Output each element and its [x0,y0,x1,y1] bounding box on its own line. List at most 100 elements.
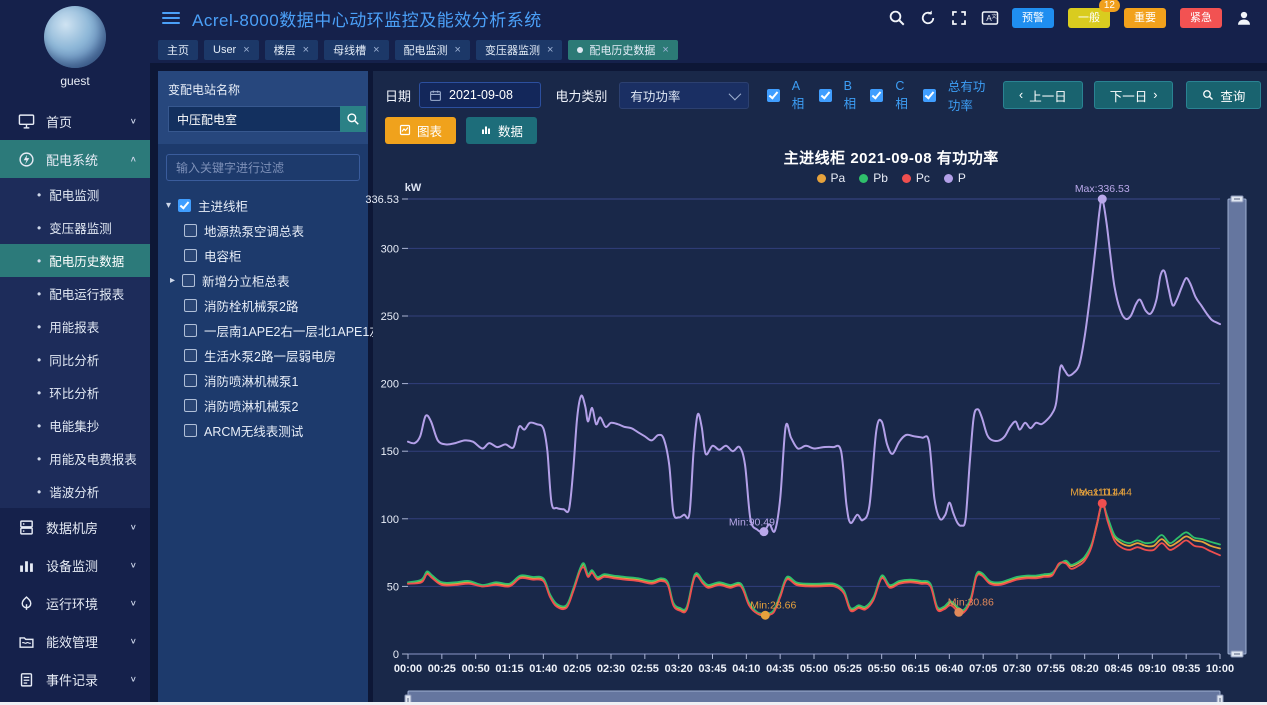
bullet-icon: • [37,188,41,202]
annotation-Min:28.66: Min:28.66 [750,599,796,611]
sidebar-item-配电系统[interactable]: 配电系统∧ [0,140,150,178]
legend-item-Pc[interactable]: Pc [902,171,930,185]
next-day-button[interactable]: 下一日› [1094,81,1174,109]
chart-icon [399,124,411,136]
sidebar-subitem-用能报表[interactable]: •用能报表 [0,310,150,343]
tab-主页[interactable]: 主页 [158,40,198,60]
sidebar-item-运行环境[interactable]: 运行环境∨ [0,584,150,622]
legend-dot [817,174,826,183]
power-category-select[interactable]: 有功功率 [619,82,748,109]
hamburger-icon[interactable] [162,9,180,27]
tree-node-消防栓机械泵2路[interactable]: 消防栓机械泵2路 [166,293,360,318]
phase-checkbox-A相[interactable]: A相 [767,79,805,112]
checkbox-icon[interactable] [870,89,883,102]
sidebar-subitem-配电运行报表[interactable]: •配电运行报表 [0,277,150,310]
tab-变压器监测[interactable]: 变压器监测× [476,40,562,60]
tree-checkbox[interactable] [184,249,197,262]
sidebar-subitem-变压器监测[interactable]: •变压器监测 [0,211,150,244]
app-title: Acrel-8000数据中心动环监控及能效分析系统 [192,6,542,31]
chart-view-button[interactable]: 图表 [385,117,456,144]
phase-checkbox-B相[interactable]: B相 [819,79,857,112]
tab-User[interactable]: User× [204,40,259,60]
caret-right-icon[interactable]: ▸ [170,275,182,286]
svg-text:09:35: 09:35 [1172,663,1200,675]
tree-checkbox[interactable] [184,224,197,237]
sidebar-item-首页[interactable]: 首页∨ [0,102,150,140]
tree-node-新增分立柜总表[interactable]: ▸新增分立柜总表 [166,268,360,293]
app-window: Acrel-8000数据中心动环监控及能效分析系统 A文 预警一般12重要紧急 … [0,0,1267,705]
tab-close-icon[interactable]: × [662,44,668,56]
tree-checkbox[interactable] [178,199,191,212]
svg-text:03:45: 03:45 [698,663,726,675]
alarm-button-预警[interactable]: 预警 [1012,8,1054,28]
refresh-icon[interactable] [919,9,937,27]
sidebar-item-设备监测[interactable]: 设备监测∨ [0,546,150,584]
sidebar-subitem-同比分析[interactable]: •同比分析 [0,343,150,376]
caret-down-icon[interactable]: ▾ [166,200,178,211]
avatar[interactable] [44,6,106,68]
tree-checkbox[interactable] [184,299,197,312]
search-icon[interactable] [888,9,906,27]
tree-checkbox[interactable] [184,324,197,337]
sidebar-subitem-电能集抄[interactable]: •电能集抄 [0,409,150,442]
legend-item-Pa[interactable]: Pa [817,171,846,185]
date-picker[interactable]: 2021-09-08 [419,82,541,108]
tree-node-电容柜[interactable]: 电容柜 [166,243,360,268]
checkbox-icon[interactable] [923,89,936,102]
tree-checkbox[interactable] [184,399,197,412]
date-label: 日期 [385,86,411,105]
tree-node-主进线柜[interactable]: ▾主进线柜 [166,193,360,218]
bar-chart-icon [480,124,492,136]
tree-node-生活水泵2路一层弱电房[interactable]: 生活水泵2路一层弱电房 [166,343,360,368]
svg-text:00:25: 00:25 [428,663,456,675]
data-view-button[interactable]: 数据 [466,117,537,144]
tab-楼层[interactable]: 楼层× [265,40,318,60]
chart-title: 主进线柜 2021-09-08 有功功率 [373,147,1267,169]
sidebar-item-能效管理[interactable]: 能效管理∨ [0,622,150,660]
tab-close-icon[interactable]: × [243,44,249,56]
datazoom-vertical[interactable] [1228,196,1246,657]
tree-filter-input[interactable] [166,154,360,181]
tab-配电监测[interactable]: 配电监测× [395,40,470,60]
alarm-button-紧急[interactable]: 紧急 [1180,8,1222,28]
tab-配电历史数据[interactable]: 配电历史数据× [568,40,677,60]
svg-text:01:40: 01:40 [529,663,557,675]
svg-text:336.53: 336.53 [365,194,399,206]
tree-node-一层南1APE2右一层北1APE1左[interactable]: 一层南1APE2右一层北1APE1左 [166,318,360,343]
prev-day-button[interactable]: ‹上一日 [1003,81,1083,109]
tab-母线槽[interactable]: 母线槽× [324,40,388,60]
sidebar-subitem-配电监测[interactable]: •配电监测 [0,178,150,211]
tree-node-ARCM无线表测试[interactable]: ARCM无线表测试 [166,418,360,443]
tab-close-icon[interactable]: × [547,44,553,56]
fullscreen-icon[interactable] [950,9,968,27]
sidebar-subitem-配电历史数据[interactable]: •配电历史数据 [0,244,150,277]
phase-checkbox-C相[interactable]: C相 [870,79,908,112]
tree-node-消防喷淋机械泵2[interactable]: 消防喷淋机械泵2 [166,393,360,418]
sidebar-item-事件记录[interactable]: 事件记录∨ [0,660,150,698]
sidebar-subitem-谐波分析[interactable]: •谐波分析 [0,475,150,508]
station-search-button[interactable] [340,106,366,132]
sidebar-subitem-用能及电费报表[interactable]: •用能及电费报表 [0,442,150,475]
sidebar-item-数据机房[interactable]: 数据机房∨ [0,508,150,546]
station-search-input[interactable] [168,106,340,132]
phase-checkbox-总有功功率[interactable]: 总有功功率 [923,76,995,114]
user-icon[interactable] [1235,9,1253,27]
tree-node-消防喷淋机械泵1[interactable]: 消防喷淋机械泵1 [166,368,360,393]
tree-node-地源热泵空调总表[interactable]: 地源热泵空调总表 [166,218,360,243]
alarm-button-重要[interactable]: 重要 [1124,8,1166,28]
query-button[interactable]: 查询 [1186,81,1261,109]
tree-checkbox[interactable] [184,424,197,437]
tree-checkbox[interactable] [182,274,195,287]
translate-icon[interactable]: A文 [981,9,999,27]
tree-checkbox[interactable] [184,374,197,387]
sidebar-subitem-环比分析[interactable]: •环比分析 [0,376,150,409]
checkbox-icon[interactable] [819,89,832,102]
alarm-button-一般[interactable]: 一般12 [1068,8,1110,28]
legend-item-Pb[interactable]: Pb [859,171,888,185]
tab-close-icon[interactable]: × [303,44,309,56]
tab-close-icon[interactable]: × [455,44,461,56]
legend-item-P[interactable]: P [944,171,966,185]
tree-checkbox[interactable] [184,349,197,362]
tab-close-icon[interactable]: × [373,44,379,56]
checkbox-icon[interactable] [767,89,780,102]
